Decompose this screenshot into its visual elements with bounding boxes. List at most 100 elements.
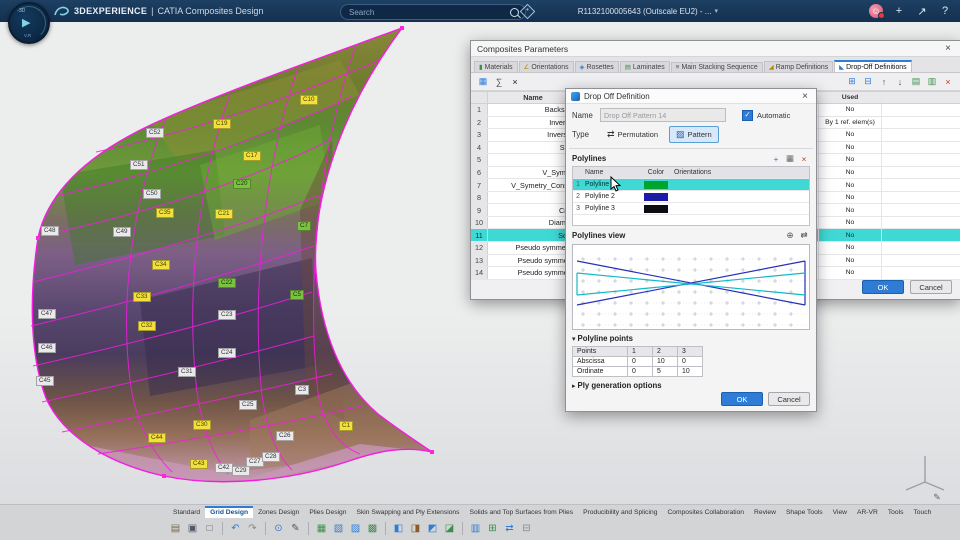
dialog-titlebar[interactable]: Drop Off Definition × — [566, 89, 816, 104]
import-table-icon[interactable]: ▤ — [909, 75, 923, 89]
expand-icon[interactable]: ▸ — [572, 382, 576, 390]
ribbon-tab-shape-tools[interactable]: Shape Tools — [781, 508, 828, 518]
mesh-icon[interactable]: ▧ — [331, 521, 346, 537]
close-icon[interactable]: × — [942, 43, 954, 54]
points-value[interactable]: 0 — [627, 356, 653, 367]
drop-off-icon — [571, 91, 580, 101]
polyline-points-header[interactable]: ▾ Polyline points — [566, 330, 816, 344]
clear-table-icon[interactable]: × — [941, 75, 955, 89]
polyline-row[interactable]: 2 Polyline 2 — [573, 191, 809, 203]
search-icon[interactable] — [510, 7, 519, 17]
ribbon-tab-producibility-and-splicing[interactable]: Producibility and Splicing — [578, 508, 662, 518]
grid-view-icon[interactable]: ▦ — [476, 75, 490, 89]
color-swatch[interactable] — [644, 204, 668, 213]
remove-icon[interactable]: ⊟ — [519, 521, 534, 537]
ribbon-tab-composites-collaboration[interactable]: Composites Collaboration — [662, 508, 749, 518]
layup-icon[interactable]: ▨ — [348, 521, 363, 537]
ply-icon[interactable]: ◧ — [391, 521, 406, 537]
add-icon[interactable]: + — [892, 4, 906, 18]
ribbon-tab-review[interactable]: Review — [749, 508, 781, 518]
ribbon-tab-tools[interactable]: Tools — [883, 508, 909, 518]
ribbon-tab-skin-swapping-and-ply-extensions[interactable]: Skin Swapping and Ply Extensions — [352, 508, 465, 518]
tab-drop-off-definitions[interactable]: ◣ Drop-Off Definitions — [834, 60, 912, 72]
automatic-checkbox[interactable]: ✓ — [742, 109, 753, 121]
ribbon-tab-grid-design[interactable]: Grid Design — [205, 506, 254, 518]
paste-icon[interactable]: ▤ — [168, 521, 183, 537]
delete-row-icon[interactable]: ⊟ — [861, 75, 875, 89]
cancel-button[interactable]: Cancel — [910, 280, 952, 294]
search-input[interactable] — [347, 6, 510, 18]
polylines-view-plot[interactable] — [572, 244, 810, 330]
tab-rosettes[interactable]: ◈ Rosettes — [574, 61, 619, 72]
sum-icon[interactable]: ∑ — [492, 75, 506, 89]
points-value[interactable]: 0 — [627, 366, 653, 377]
solid-icon[interactable]: ◪ — [442, 521, 457, 537]
redo-icon[interactable]: ↷ — [245, 521, 260, 537]
ribbon-tab-zones-design[interactable]: Zones Design — [253, 508, 304, 518]
polyline-row[interactable]: 3 Polyline 3 — [573, 203, 809, 215]
analysis-icon[interactable]: ▥ — [468, 521, 483, 537]
share-icon[interactable]: ↗ — [915, 4, 929, 18]
search-remove-icon[interactable]: × — [508, 75, 522, 89]
polyline-table-icon[interactable]: ▦ — [784, 153, 796, 164]
ribbon-tab-ar-vr[interactable]: AR-VR — [852, 508, 883, 518]
robot-offset-icon[interactable]: ✎ — [930, 490, 944, 504]
avatar[interactable]: ☺ — [869, 4, 885, 19]
ribbon-tab-touch[interactable]: Touch — [908, 508, 936, 518]
new-sheet-icon[interactable]: □ — [202, 521, 217, 537]
stackup-icon[interactable]: ▩ — [365, 521, 380, 537]
add-polyline-icon[interactable]: + — [770, 153, 782, 164]
help-icon[interactable]: ? — [938, 4, 952, 18]
platform-selector[interactable]: R1132100005643 (Outscale EU2) - ... ▾ — [578, 0, 718, 22]
move-down-icon[interactable]: ↓ — [893, 75, 907, 89]
points-value[interactable]: 5 — [652, 366, 678, 377]
ribbon-tab-standard[interactable]: Standard — [168, 508, 205, 518]
export-table-icon[interactable]: ▥ — [925, 75, 939, 89]
ribbon-tab-plies-design[interactable]: Plies Design — [304, 508, 351, 518]
grid-panel-icon[interactable]: ▦ — [314, 521, 329, 537]
type-option-pattern[interactable]: ▨ Pattern — [668, 126, 719, 143]
tab-main-stacking-sequence[interactable]: ≡ Main Stacking Sequence — [670, 62, 763, 72]
type-option-permutation[interactable]: ⇄ Permutation — [600, 126, 665, 143]
tab-laminates[interactable]: ▤ Laminates — [619, 61, 670, 72]
color-swatch[interactable] — [644, 192, 668, 201]
undo-icon[interactable]: ↶ — [228, 521, 243, 537]
ok-button[interactable]: OK — [721, 392, 763, 406]
tab-ramp-definitions[interactable]: ◢ Ramp Definitions — [763, 61, 834, 72]
action-bar-tools: ▤ ▣ □ ↶ ↷ ⊙ ✎ ▦ ▧ ▨ ▩ ◧ ◨ ◩ ◪ ▥ ⊞ ⇄ ⊟ — [168, 518, 960, 539]
polylines-body: 1 Polyline 1 2 Polyline 2 3 Polyline 3 — [573, 179, 809, 215]
copy-icon[interactable]: ▣ — [185, 521, 200, 537]
ribbon-tab-view[interactable]: View — [828, 508, 852, 518]
zone-icon[interactable]: ◨ — [408, 521, 423, 537]
ribbon-tab-solids-and-top-surfaces-from-plies[interactable]: Solids and Top Surfaces from Plies — [464, 508, 578, 518]
move-up-icon[interactable]: ↑ — [877, 75, 891, 89]
play-icon[interactable]: ▶ — [22, 16, 30, 29]
polylines-view-header: Polylines view ⊕ ⇄ — [566, 226, 816, 242]
polyline-row[interactable]: 1 Polyline 1 — [573, 179, 809, 191]
tab-orientations[interactable]: ∠ Orientations — [518, 61, 574, 72]
measure-icon[interactable]: ✎ — [288, 521, 303, 537]
points-value[interactable]: 10 — [677, 366, 703, 377]
search-bar[interactable] — [340, 4, 526, 20]
swap-view-icon[interactable]: ⇄ — [798, 230, 810, 241]
ok-button[interactable]: OK — [862, 280, 904, 294]
reframe-icon[interactable]: ⊕ — [784, 230, 796, 241]
insert-icon[interactable]: ⊞ — [485, 521, 500, 537]
header-used[interactable]: Used — [818, 92, 881, 103]
close-icon[interactable]: × — [799, 91, 811, 102]
cancel-button[interactable]: Cancel — [768, 392, 810, 406]
collapse-icon[interactable]: ▾ — [572, 335, 576, 343]
window-titlebar[interactable]: Composites Parameters × — [471, 41, 960, 57]
delete-polyline-icon[interactable]: × — [798, 153, 810, 164]
color-swatch[interactable] — [644, 180, 668, 189]
transition-icon[interactable]: ◩ — [425, 521, 440, 537]
swap-icon[interactable]: ⇄ — [502, 521, 517, 537]
3d-compass[interactable]: 3D ▶ V.R — [8, 2, 50, 44]
zoom-icon[interactable]: ⊙ — [271, 521, 286, 537]
insert-row-icon[interactable]: ⊞ — [845, 75, 859, 89]
tab-materials[interactable]: ▮ Materials — [474, 61, 518, 72]
ply-generation-header[interactable]: ▸ Ply generation options — [566, 377, 816, 391]
points-value[interactable]: 0 — [677, 356, 703, 367]
name-field[interactable]: Drop Off Pattern 14 — [600, 108, 726, 122]
points-value[interactable]: 10 — [652, 356, 678, 367]
